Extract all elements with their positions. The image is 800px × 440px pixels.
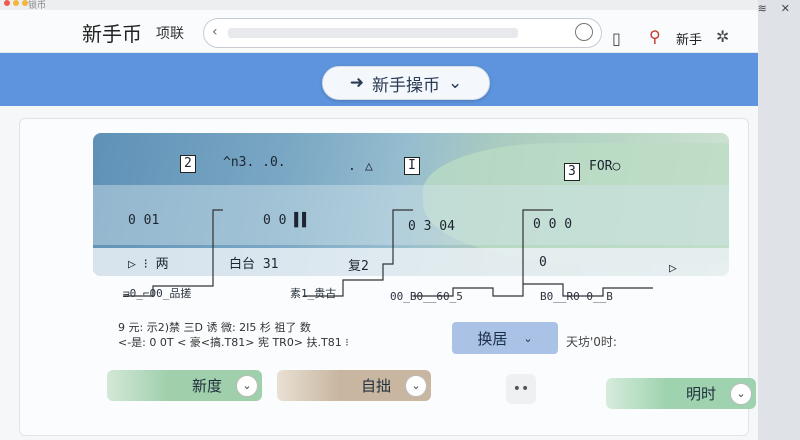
degree-label: 新度 — [191, 377, 222, 395]
switch-dropdown-button[interactable]: 换居 ⌄ — [452, 322, 558, 354]
minimize-dot[interactable] — [13, 0, 19, 6]
self-label: 自拙 — [360, 377, 391, 395]
map-text: FOR○ — [589, 159, 621, 174]
chevron-down-icon: ⌄ — [405, 374, 427, 397]
map-marker-label: 3 — [564, 163, 580, 181]
chevron-down-icon: ⌄ — [730, 382, 752, 405]
time-dropdown-label: 明时 — [685, 385, 716, 403]
app-title: 新手币 — [82, 22, 142, 46]
operation-dropdown-button[interactable]: ➜ 新手操币 ⌄ — [322, 66, 490, 100]
arrow-right-icon: ➜ — [349, 73, 364, 93]
time-label: 天坊'0时: — [566, 335, 617, 349]
app-window: 锁币 新手币 项联 ‹ ▯ ⚲ 新手 ✲ ➜ 新手操币 ⌄ 2 ^n3. .0.… — [0, 0, 758, 440]
search-icon[interactable] — [575, 23, 593, 41]
degree-dropdown[interactable]: 新度 ⌄ — [107, 370, 262, 401]
status-bar: ≋ ✕ — [730, 2, 800, 20]
graph-label: 素1_贵古 — [290, 287, 337, 300]
title-bar: 锁币 — [0, 0, 758, 11]
self-dropdown[interactable]: 自拙 ⌄ — [277, 370, 431, 401]
search-bar[interactable]: ‹ — [203, 18, 602, 48]
search-input[interactable] — [228, 28, 518, 38]
chevron-down-icon: ⌄ — [236, 374, 258, 397]
emoji-icon[interactable]: •• — [506, 374, 536, 404]
switch-label: 换居 — [477, 329, 508, 348]
chevron-left-icon[interactable]: ‹ — [212, 24, 218, 40]
wifi-icon: ≋ — [757, 2, 767, 15]
gear-icon[interactable]: ✲ — [716, 27, 729, 46]
time-dropdown[interactable]: 明时 ⌄ — [606, 378, 756, 409]
map-text: △ — [365, 159, 373, 174]
close-dot[interactable] — [4, 0, 10, 6]
info-line: 9 元: 示2)禁 三D 诱 微: 2I5 杉 祖了 数 — [118, 321, 311, 334]
chevron-down-icon: ⌄ — [448, 73, 463, 93]
graph-label: 00_B0__60_5 — [390, 290, 463, 303]
info-line: <-是: 0 0T < 豪<搞.T81> 宪 TR0> 扶.T81 ⁝ — [118, 336, 349, 349]
window-controls — [4, 0, 28, 6]
map-marker-label: 2 — [180, 155, 196, 173]
top-header: 新手币 项联 ‹ ▯ ⚲ 新手 ✲ — [0, 10, 758, 53]
map-text: . — [348, 159, 356, 174]
clipboard-icon[interactable]: ▯ — [612, 29, 621, 48]
chevron-down-icon: ⌄ — [523, 331, 533, 345]
map-marker-label: I — [404, 157, 420, 175]
close-icon[interactable]: ✕ — [781, 2, 790, 20]
graph-label: ᴟ0_⌐00_品搓 — [123, 287, 192, 300]
location-pin-icon[interactable]: ⚲ — [649, 27, 661, 46]
map-text: ^n3. .0. — [223, 155, 286, 170]
user-name[interactable]: 新手 — [676, 29, 702, 48]
graph-label: B0__R0 0__B — [540, 290, 613, 303]
nav-link[interactable]: 项联 — [156, 23, 184, 43]
desktop-strip — [758, 0, 800, 440]
operation-label: 新手操币 — [372, 75, 440, 96]
